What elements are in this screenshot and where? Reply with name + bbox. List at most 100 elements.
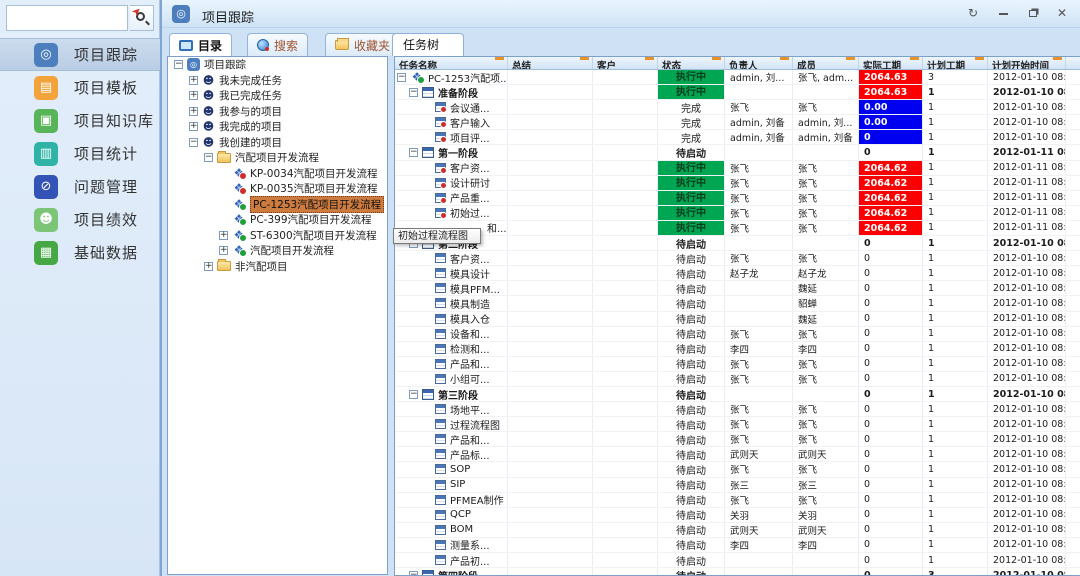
tree-item[interactable]: +☻我完成的项目 xyxy=(168,119,387,135)
task-row[interactable]: SOP待启动张飞张飞012012-01-10 08:45:3 xyxy=(395,462,1080,477)
task-row[interactable]: −第一阶段待启动012012-01-11 08:. xyxy=(395,145,1080,160)
collapse-icon[interactable]: − xyxy=(174,60,183,69)
task-row[interactable]: −第三阶段待启动012012-01-10 08:. xyxy=(395,387,1080,402)
task-row[interactable]: 检测和...待启动李四李四012012-01-10 08:45:3 xyxy=(395,342,1080,357)
task-row[interactable]: 模具设计待启动赵子龙赵子龙012012-01-10 08:45:3 xyxy=(395,266,1080,281)
tab-搜索[interactable]: 搜索 xyxy=(247,33,308,56)
expand-icon[interactable]: + xyxy=(219,246,228,255)
sidebar-item-7[interactable]: ▦基础数据 xyxy=(0,236,160,269)
task-row[interactable]: 产品标...待启动武则天武则天012012-01-10 08:45:3 xyxy=(395,447,1080,462)
sidebar-item-3[interactable]: ▣项目知识库 xyxy=(0,104,160,137)
task-row[interactable]: −准备阶段执行中2064.6312012-01-10 08:. xyxy=(395,85,1080,100)
tree-item[interactable]: −汽配项目开发流程 xyxy=(168,150,387,166)
refresh-icon[interactable]: ↻ xyxy=(961,5,985,22)
members: admin, 刘备 xyxy=(793,130,859,144)
tree-item[interactable]: +☻我参与的项目 xyxy=(168,104,387,120)
collapse-icon[interactable]: − xyxy=(409,88,418,97)
tree-item[interactable]: −◎项目跟踪 xyxy=(168,57,387,73)
column-header-1[interactable]: 任务名称 xyxy=(395,57,508,69)
collapse-icon[interactable]: − xyxy=(409,571,418,576)
task-row[interactable]: 客户资...执行中张飞张飞2064.6212012-01-11 08:45:3 xyxy=(395,161,1080,176)
task-row[interactable]: 产品重...执行中张飞张飞2064.6212012-01-11 08:45:3 xyxy=(395,191,1080,206)
expand-icon[interactable]: + xyxy=(219,231,228,240)
planned-duration: 1 xyxy=(923,161,988,175)
planned-start: 2012-01-11 08:45:3 xyxy=(988,176,1066,190)
task-row[interactable]: 项目评...完成admin, 刘备admin, 刘备012012-01-10 0… xyxy=(395,130,1080,145)
tree-item[interactable]: +☻我未完成任务 xyxy=(168,73,387,89)
search-input[interactable] xyxy=(6,5,128,31)
task-row[interactable]: 客户资...待启动张飞张飞012012-01-10 08:45:3 xyxy=(395,251,1080,266)
task-row[interactable]: 设计研讨执行中张飞张飞2064.6212012-01-11 08:45:3 xyxy=(395,176,1080,191)
column-header-4[interactable]: 状态 xyxy=(658,57,725,69)
collapse-icon[interactable]: − xyxy=(409,148,418,157)
collapse-icon[interactable]: − xyxy=(204,153,213,162)
collapse-icon[interactable]: − xyxy=(409,390,418,399)
minimize-icon[interactable] xyxy=(991,5,1015,22)
task-row[interactable]: 模具入仓待启动魏延012012-01-10 08:45:3 xyxy=(395,312,1080,327)
sidebar-item-1[interactable]: ◎项目跟踪 xyxy=(0,38,160,71)
sidebar-item-label: 项目跟踪 xyxy=(74,44,138,65)
tree-item[interactable]: +非汽配项目 xyxy=(168,259,387,275)
task-row[interactable]: 模具制造待启动貂蝉012012-01-10 08:45:3 xyxy=(395,296,1080,311)
tab-收藏夹[interactable]: 收藏夹 xyxy=(325,33,400,56)
column-header-3[interactable]: 客户 xyxy=(593,57,658,69)
sidebar-item-4[interactable]: ▥项目统计 xyxy=(0,137,160,170)
restore-icon[interactable] xyxy=(1021,5,1045,22)
column-header-5[interactable]: 负责人 xyxy=(725,57,793,69)
task-row[interactable]: 客户输入完成admin, 刘备admin, 刘...0.0012012-01-1… xyxy=(395,115,1080,130)
tree-item[interactable]: +☻我已完成任务 xyxy=(168,88,387,104)
task-row[interactable]: PFMEA制作待启动张飞张飞012012-01-10 08:45:3 xyxy=(395,493,1080,508)
tree-item[interactable]: −☻我创建的项目 xyxy=(168,135,387,151)
column-header-9[interactable]: 计划开始时间 xyxy=(988,57,1066,69)
task-row[interactable]: 产品初...待启动012012-01-10 08:45:3 xyxy=(395,553,1080,568)
task-row[interactable]: 小组可...待启动张飞张飞012012-01-10 08:45:3 xyxy=(395,372,1080,387)
close-icon[interactable]: ✕ xyxy=(1050,5,1074,22)
actual-duration: 0 xyxy=(859,553,923,567)
expand-icon[interactable]: + xyxy=(204,262,213,271)
tree-item[interactable]: +❖汽配项目开发流程 xyxy=(168,243,387,259)
column-header-2[interactable]: 总结 xyxy=(508,57,593,69)
tree-item[interactable]: ❖PC-399汽配项目开发流程 xyxy=(168,212,387,228)
task-row[interactable]: SIP待启动张三张三012012-01-10 08:45:3 xyxy=(395,478,1080,493)
task-row[interactable]: −第四阶段待启动032012-01-10 08:. xyxy=(395,568,1080,576)
task-row[interactable]: 过程流程图待启动张飞张飞012012-01-10 08:45:3 xyxy=(395,417,1080,432)
task-name: 模具入仓 xyxy=(450,312,490,326)
task-row[interactable]: 产品和...待启动张飞张飞012012-01-10 08:45:3 xyxy=(395,432,1080,447)
task-row[interactable]: 和...执行中张飞张飞2064.6212012-01-11 08:45:3 xyxy=(395,221,1080,236)
task-row[interactable]: −❖PC-1253汽配项...执行中admin, 刘...张飞, adm...2… xyxy=(395,70,1080,85)
task-name: QCP xyxy=(450,509,471,520)
task-row[interactable]: 初始过...执行中张飞张飞2064.6212012-01-11 08:45:3 xyxy=(395,206,1080,221)
task-row[interactable]: −第二阶段待启动012012-01-10 08:. xyxy=(395,236,1080,251)
task-name: 场地平... xyxy=(450,402,490,416)
sidebar-item-6[interactable]: ☻项目绩效 xyxy=(0,203,160,236)
task-row[interactable]: 会议通...完成张飞张飞0.0012012-01-10 08:45:3 xyxy=(395,100,1080,115)
task-row[interactable]: QCP待启动关羽关羽012012-01-10 08:45:3 xyxy=(395,508,1080,523)
tab-task-tree[interactable]: 任务树 xyxy=(392,33,464,56)
task-row[interactable]: 模具PFM...待启动魏延012012-01-10 08:45:3 xyxy=(395,281,1080,296)
column-header-7[interactable]: 实际工期 xyxy=(859,57,923,69)
sidebar-item-2[interactable]: ▤项目模板 xyxy=(0,71,160,104)
task-row[interactable]: 产品和...待启动张飞张飞012012-01-10 08:45:3 xyxy=(395,357,1080,372)
cell xyxy=(508,462,593,476)
task-row[interactable]: 场地平...待启动张飞张飞012012-01-10 08:45:3 xyxy=(395,402,1080,417)
tree-item[interactable]: ❖KP-0035汽配项目开发流程 xyxy=(168,181,387,197)
task-row[interactable]: BOM待启动武则天武则天012012-01-10 08:45:3 xyxy=(395,523,1080,538)
collapse-icon[interactable]: − xyxy=(397,73,406,82)
expand-icon[interactable]: + xyxy=(189,122,198,131)
tab-目录[interactable]: 目录 xyxy=(169,33,232,56)
task-row[interactable]: 测量系...待启动李四李四012012-01-10 08:45:3 xyxy=(395,538,1080,553)
expand-icon[interactable]: + xyxy=(189,91,198,100)
expand-icon[interactable]: + xyxy=(189,76,198,85)
sidebar-item-5[interactable]: ⊘问题管理 xyxy=(0,170,160,203)
column-header-6[interactable]: 成员 xyxy=(793,57,859,69)
expand-icon[interactable]: + xyxy=(189,107,198,116)
tree-item[interactable]: ❖PC-1253汽配项目开发流程 xyxy=(168,197,387,213)
task-row[interactable]: 设备和...待启动张飞张飞012012-01-10 08:45:3 xyxy=(395,327,1080,342)
tree-item[interactable]: ❖KP-0034汽配项目开发流程 xyxy=(168,166,387,182)
tree-item[interactable]: +❖ST-6300汽配项目开发流程 xyxy=(168,228,387,244)
collapse-icon[interactable]: − xyxy=(189,138,198,147)
column-header-8[interactable]: 计划工期 xyxy=(923,57,988,69)
members xyxy=(793,387,859,401)
owner: 张飞 xyxy=(725,402,793,416)
task-name: 产品标... xyxy=(450,447,490,461)
